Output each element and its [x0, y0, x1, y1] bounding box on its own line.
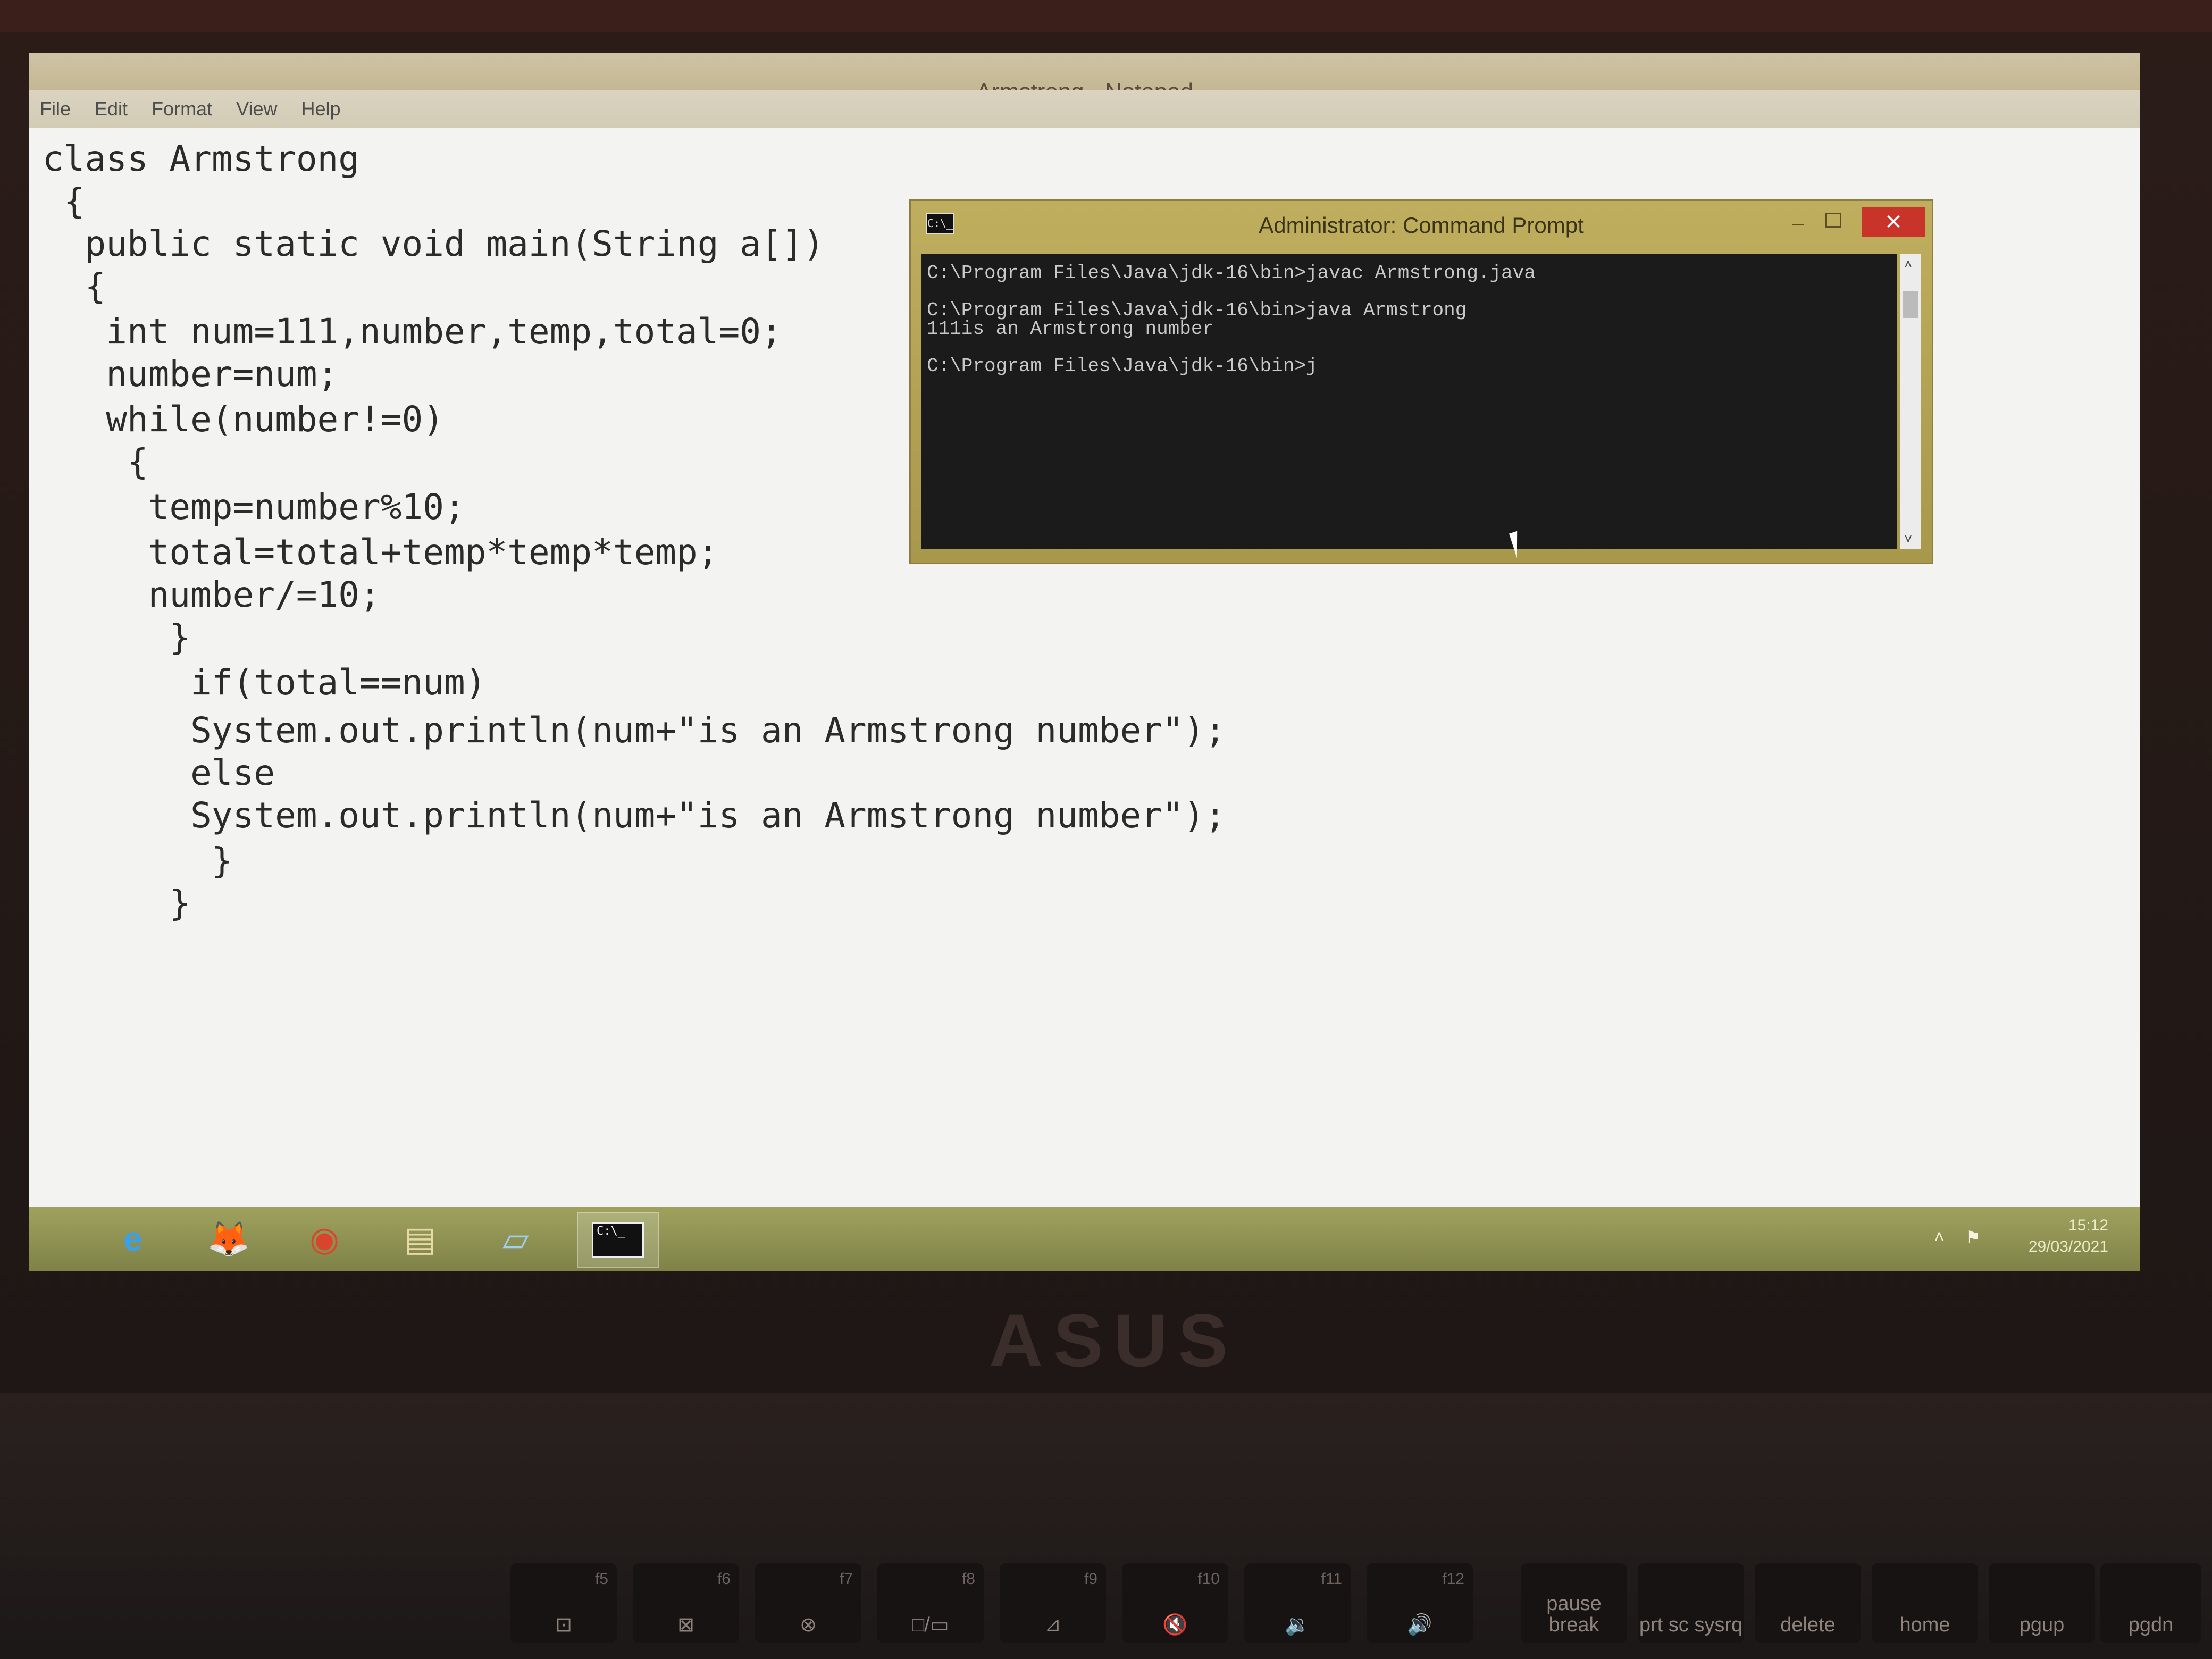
screen: Armstrong - Notepad – □ ✕ File Edit Form…: [29, 53, 2140, 1271]
code-line: }: [43, 617, 191, 658]
key-symbol: ⊠: [677, 1614, 694, 1636]
menu-file[interactable]: File: [40, 98, 71, 120]
console-line: C:\Program Files\Java\jdk-16\bin>j: [927, 355, 1318, 377]
notepad-titlebar[interactable]: Armstrong - Notepad: [29, 53, 2140, 105]
key-label: f6: [717, 1570, 731, 1588]
code-line: }: [43, 840, 233, 881]
key-symbol: 🔉: [1285, 1614, 1310, 1636]
clock-time: 15:12: [2068, 1217, 2108, 1234]
asus-logo: ASUS: [989, 1298, 1238, 1382]
code-line: }: [43, 883, 191, 924]
chrome-icon[interactable]: ◉: [284, 1212, 364, 1266]
key-home[interactable]: home: [1872, 1563, 1978, 1643]
key-symbol: prt sc sysrq: [1639, 1614, 1743, 1636]
command-prompt-taskbar-button[interactable]: C:\_: [577, 1212, 659, 1268]
code-line: temp=number%10;: [43, 487, 465, 527]
key-f10[interactable]: f10 🔇: [1122, 1563, 1228, 1643]
taskbar: e 🦊 ◉ ▤ ▱ C:\_ ˄ ⚑ 15:12 29/03/2021: [29, 1207, 2140, 1271]
key-delete[interactable]: delete: [1755, 1563, 1861, 1643]
close-button[interactable]: ✕: [1862, 207, 1925, 237]
key-symbol: ⊿: [1044, 1614, 1061, 1636]
code-line: {: [43, 441, 148, 482]
console-line: C:\Program Files\Java\jdk-16\bin>javac A…: [927, 262, 1536, 284]
key-label: f11: [1321, 1570, 1342, 1588]
minimize-icon[interactable]: –: [1792, 212, 1804, 236]
code-line: {: [43, 266, 106, 307]
notepad-menubar: File Edit Format View Help: [29, 90, 2140, 128]
code-line: public static void main(String a[]): [43, 223, 825, 264]
menu-format[interactable]: Format: [152, 98, 212, 120]
key-symbol: ⊡: [555, 1614, 572, 1636]
clock[interactable]: 15:12 29/03/2021: [2029, 1215, 2108, 1258]
firefox-icon[interactable]: 🦊: [189, 1212, 269, 1266]
code-line: else: [43, 752, 275, 793]
key-symbol: pgdn: [2128, 1614, 2174, 1636]
key-label: f5: [594, 1570, 608, 1588]
cmd-scrollbar[interactable]: ˄ ˅: [1900, 254, 1921, 549]
scroll-up-icon[interactable]: ˄: [1904, 256, 1912, 273]
code-line: total=total+temp*temp*temp;: [43, 532, 719, 573]
cmd-title: Administrator: Command Prompt: [1259, 213, 1584, 238]
keyboard: f5 ⊡ f6 ⊠ f7 ⊗ f8 □/▭ f9 ⊿ f10 🔇 f11 🔉 f12 🔊 pau…: [0, 1393, 2212, 1659]
function-key-row: f5 ⊡ f6 ⊠ f7 ⊗ f8 □/▭ f9 ⊿ f10 🔇 f11 🔉 f12 🔊 pau…: [0, 1563, 2212, 1659]
cmd-console[interactable]: C:\Program Files\Java\jdk-16\bin>javac A…: [921, 254, 1897, 549]
key-label: f12: [1442, 1570, 1464, 1588]
key-label: f8: [961, 1570, 975, 1588]
menu-edit[interactable]: Edit: [95, 98, 128, 120]
key-label: f9: [1084, 1570, 1097, 1588]
action-center-flag-icon[interactable]: ⚑: [1965, 1227, 1981, 1247]
code-line: System.out.println(num+"is an Armstrong …: [43, 795, 1226, 836]
key-f11[interactable]: f11 🔉: [1244, 1563, 1351, 1643]
scroll-down-icon[interactable]: ˅: [1904, 531, 1912, 547]
key-prt-sc[interactable]: prt sc sysrq: [1638, 1563, 1744, 1643]
menu-view[interactable]: View: [236, 98, 277, 120]
menu-help[interactable]: Help: [301, 98, 340, 120]
key-symbol: □/▭: [912, 1614, 949, 1636]
key-f12[interactable]: f12 🔊: [1367, 1563, 1473, 1643]
system-tray: ˄ ⚑: [1934, 1227, 1981, 1247]
key-label: f7: [839, 1570, 853, 1588]
code-line: number=num;: [43, 354, 339, 395]
code-line: while(number!=0): [43, 399, 444, 440]
scroll-thumb[interactable]: [1903, 291, 1918, 318]
code-line: int num=111,number,temp,total=0;: [43, 311, 782, 352]
key-f9[interactable]: f9 ⊿: [1000, 1563, 1106, 1643]
key-pgup[interactable]: pgup: [1989, 1563, 2095, 1643]
code-line: System.out.println(num+"is an Armstrong …: [43, 710, 1226, 751]
show-hidden-icons-icon[interactable]: ˄: [1934, 1227, 1945, 1247]
code-line: {: [43, 181, 85, 222]
key-f5[interactable]: f5 ⊡: [510, 1563, 617, 1643]
command-prompt-icon: C:\_: [592, 1222, 644, 1258]
key-f6[interactable]: f6 ⊠: [633, 1563, 739, 1643]
key-symbol: 🔊: [1407, 1614, 1432, 1636]
maximize-icon[interactable]: [1825, 213, 1841, 228]
code-line: class Armstrong: [43, 138, 360, 179]
code-line: number/=10;: [43, 574, 381, 615]
command-prompt-window[interactable]: C:\_ Administrator: Command Prompt – ✕ C…: [909, 199, 1933, 564]
key-symbol: pgup: [2019, 1614, 2065, 1636]
file-explorer-icon[interactable]: ▤: [380, 1212, 460, 1266]
key-label: f10: [1197, 1570, 1220, 1588]
key-symbol: 🔇: [1162, 1614, 1188, 1636]
key-f7[interactable]: f7 ⊗: [755, 1563, 861, 1643]
key-symbol: pause break: [1546, 1593, 1602, 1636]
key-symbol: ⊗: [800, 1614, 817, 1636]
key-symbol: delete: [1780, 1614, 1836, 1636]
key-f8[interactable]: f8 □/▭: [877, 1563, 984, 1643]
console-line: 111is an Armstrong number: [927, 318, 1214, 340]
key-symbol: home: [1899, 1614, 1950, 1636]
key-pause-break[interactable]: pause break: [1521, 1563, 1627, 1643]
internet-explorer-icon[interactable]: e: [93, 1212, 173, 1266]
key-pgdn[interactable]: pgdn: [2100, 1563, 2201, 1643]
code-line: if(total==num): [43, 662, 487, 703]
clock-date: 29/03/2021: [2028, 1238, 2108, 1255]
notepad-icon[interactable]: ▱: [476, 1212, 556, 1266]
